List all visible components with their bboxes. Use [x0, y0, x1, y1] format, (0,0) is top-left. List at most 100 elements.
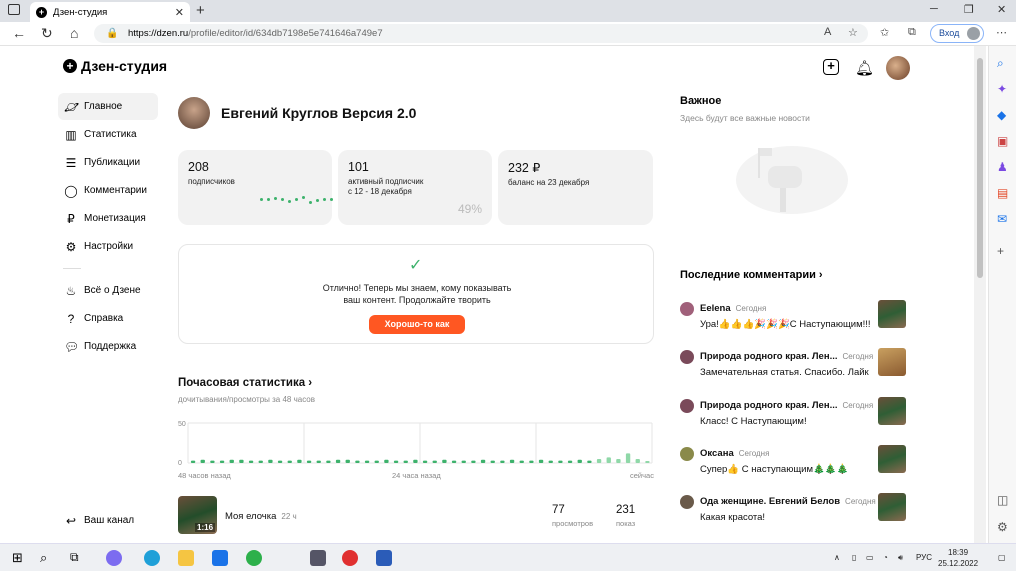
- chart-bar[interactable]: [500, 460, 505, 463]
- chart-bar[interactable]: [606, 457, 611, 463]
- user-avatar[interactable]: [886, 56, 910, 80]
- chart-bar[interactable]: [258, 460, 263, 463]
- notifications-icon[interactable]: ▢: [998, 553, 1006, 562]
- chart-bar[interactable]: [335, 459, 341, 463]
- chart-bar[interactable]: [306, 460, 312, 463]
- word-icon[interactable]: [376, 550, 392, 566]
- active-subscribers-card[interactable]: 101 активный подписчик с 12 - 18 декабря …: [338, 150, 492, 225]
- comment-post-thumbnail[interactable]: [878, 397, 906, 425]
- chart-bar[interactable]: [190, 460, 196, 463]
- browser-tab[interactable]: + Дзен-студия ✕: [30, 2, 190, 22]
- subscribers-card[interactable]: 208 подписчиков: [178, 150, 333, 225]
- chart-bar[interactable]: [345, 459, 350, 463]
- balance-card[interactable]: 232 ₽ баланс на 23 декабря: [498, 150, 653, 225]
- cortana-icon[interactable]: [106, 550, 122, 566]
- chart-bar[interactable]: [200, 459, 205, 463]
- publication-row[interactable]: 1:16 Моя елочка 22 ч 77 просмотров 231 по…: [178, 496, 654, 536]
- comment-post-thumbnail[interactable]: [878, 493, 906, 521]
- chart-bar[interactable]: [490, 460, 495, 463]
- tray-chevron-icon[interactable]: ∧: [834, 553, 840, 562]
- copilot-icon[interactable]: ✦: [997, 82, 1007, 96]
- favorite-star-icon[interactable]: ☆: [848, 26, 858, 39]
- hourly-stats-title[interactable]: Почасовая статистика ›: [178, 377, 312, 389]
- chart-bar[interactable]: [374, 460, 379, 463]
- chart-bar[interactable]: [625, 453, 631, 463]
- comment-item[interactable]: Ода женщине. Евгений Белов Сегодня Какая …: [680, 493, 908, 533]
- chart-bar[interactable]: [403, 460, 408, 463]
- chart-bar[interactable]: [451, 460, 457, 463]
- comment-post-thumbnail[interactable]: [878, 300, 906, 328]
- favorites-icon[interactable]: ✩: [880, 26, 889, 39]
- office-icon[interactable]: ▤: [997, 186, 1008, 200]
- url-field[interactable]: 🔒 https://dzen.ru/profile/editor/id/634d…: [94, 24, 868, 43]
- logo[interactable]: + Дзен-студия: [63, 58, 167, 74]
- chart-bar[interactable]: [297, 459, 302, 463]
- chart-bar[interactable]: [432, 460, 437, 463]
- chart-bar[interactable]: [567, 460, 573, 463]
- chart-bar[interactable]: [287, 460, 292, 463]
- chart-bar[interactable]: [239, 459, 244, 463]
- tools-icon[interactable]: ▣: [997, 134, 1008, 148]
- sidebar-item-monetization[interactable]: ₽ Монетизация: [58, 205, 158, 232]
- sidebar-link-help[interactable]: ? Справка: [58, 305, 158, 332]
- tray-device-icon[interactable]: ▯: [852, 553, 856, 562]
- chart-bar[interactable]: [587, 460, 592, 463]
- outlook-icon[interactable]: ✉: [997, 212, 1007, 226]
- mail-icon[interactable]: [212, 550, 228, 566]
- chart-bar[interactable]: [210, 460, 215, 463]
- chart-bar[interactable]: [326, 460, 331, 463]
- chart-bar[interactable]: [538, 459, 544, 463]
- language-indicator[interactable]: РУС: [916, 553, 932, 562]
- home-icon[interactable]: ⌂: [70, 25, 78, 41]
- sidebar-item-statistics[interactable]: ▥ Статистика: [58, 121, 158, 148]
- comment-post-thumbnail[interactable]: [878, 445, 906, 473]
- tab-actions-icon[interactable]: [8, 4, 20, 15]
- more-icon[interactable]: ⋯: [996, 26, 1007, 39]
- chart-bar[interactable]: [413, 459, 418, 463]
- chart-bar[interactable]: [268, 459, 273, 463]
- chart-bar[interactable]: [577, 459, 582, 463]
- collections-icon[interactable]: ⧉: [908, 26, 916, 39]
- task-view-icon[interactable]: ⧉: [70, 550, 86, 566]
- tag-icon[interactable]: ◆: [997, 108, 1006, 122]
- sidebar-layout-icon[interactable]: ◫: [997, 493, 1008, 507]
- chart-bar[interactable]: [548, 460, 553, 463]
- sidebar-link-about[interactable]: ♨ Всё о Дзене: [58, 277, 158, 304]
- chart-bar[interactable]: [316, 460, 321, 463]
- chart-bar[interactable]: [277, 460, 283, 463]
- sidebar-link-support[interactable]: 💬︎ Поддержка: [58, 333, 158, 360]
- bell-icon[interactable]: 🔔︎: [855, 59, 874, 77]
- battery-icon[interactable]: ▭: [866, 553, 874, 562]
- sidebar-item-settings[interactable]: ⚙ Настройки: [58, 233, 158, 260]
- minimize-icon[interactable]: ─: [930, 3, 938, 15]
- chart-bar[interactable]: [442, 459, 447, 463]
- network-icon[interactable]: ◔: [883, 553, 888, 562]
- chart-bar[interactable]: [529, 460, 534, 463]
- chart-bar[interactable]: [616, 459, 621, 463]
- games-icon[interactable]: ♟: [997, 160, 1008, 174]
- sidebar-link-channel[interactable]: ↩ Ваш канал: [58, 507, 158, 534]
- close-tab-icon[interactable]: ✕: [175, 6, 184, 19]
- page-scrollbar[interactable]: [974, 46, 986, 543]
- search-icon[interactable]: ⌕: [997, 56, 1004, 71]
- channel-avatar[interactable]: [178, 97, 210, 129]
- torrent-icon[interactable]: [246, 550, 262, 566]
- chart-bar[interactable]: [219, 460, 225, 463]
- chart-bar[interactable]: [519, 460, 524, 463]
- chart-bar[interactable]: [645, 461, 650, 463]
- windows-start-icon[interactable]: ⊞: [12, 550, 28, 566]
- read-aloud-icon[interactable]: A: [824, 26, 831, 38]
- comment-item[interactable]: Природа родного края. Лен... Сегодня Заме…: [680, 348, 908, 388]
- comment-item[interactable]: Оксана Сегодня Супер👍 С наступающим🎄🎄🎄: [680, 445, 908, 485]
- chart-bar[interactable]: [471, 460, 476, 463]
- yandex-browser-icon[interactable]: [342, 550, 358, 566]
- chart-bar[interactable]: [558, 460, 563, 463]
- back-icon[interactable]: ←: [12, 25, 26, 41]
- add-content-icon[interactable]: +: [823, 59, 839, 75]
- recent-comments-title[interactable]: Последние комментарии ›: [680, 269, 823, 281]
- volume-icon[interactable]: 🔊︎: [898, 553, 903, 563]
- sidebar-settings-icon[interactable]: ⚙: [997, 520, 1008, 534]
- refresh-icon[interactable]: ↻: [41, 25, 53, 42]
- app-icon[interactable]: [310, 550, 326, 566]
- chart-bar[interactable]: [635, 459, 640, 463]
